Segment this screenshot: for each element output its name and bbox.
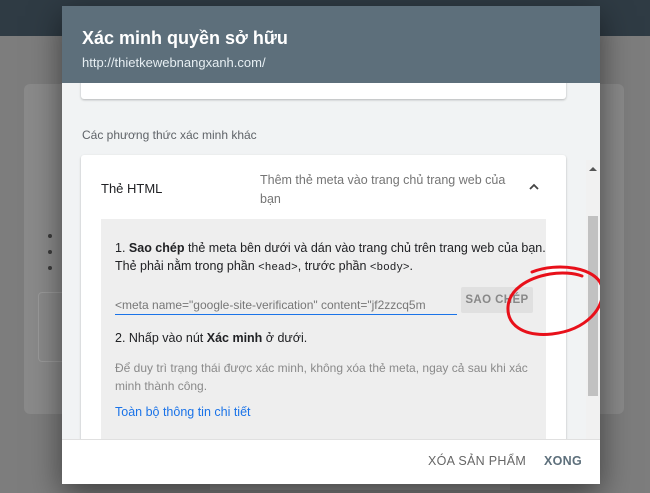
- dialog-header: Xác minh quyền sở hữu http://thietkewebn…: [62, 6, 600, 83]
- dialog-scrollbar[interactable]: [586, 160, 600, 439]
- instructions-panel: 1. Sao chép thẻ meta bên dưới và dán vào…: [101, 219, 546, 439]
- background-bullet: [48, 234, 52, 238]
- background-bullet: [48, 250, 52, 254]
- dialog-title: Xác minh quyền sở hữu: [82, 28, 288, 48]
- other-methods-heading: Các phương thức xác minh khác: [82, 128, 257, 142]
- verification-dialog: Xác minh quyền sở hữu http://thietkewebn…: [62, 6, 600, 484]
- remove-property-button[interactable]: XÓA SẢN PHẨM: [428, 454, 526, 468]
- full-details-link[interactable]: Toàn bộ thông tin chi tiết: [115, 405, 251, 419]
- scroll-thumb[interactable]: [588, 216, 598, 396]
- dialog-footer: XÓA SẢN PHẨM XONG: [62, 439, 600, 484]
- scroll-up-icon[interactable]: [589, 165, 597, 173]
- dialog-body: Các phương thức xác minh khác Thẻ HTML T…: [62, 83, 600, 439]
- method-title[interactable]: Thẻ HTML: [101, 181, 162, 196]
- step-2-text: 2. Nhấp vào nút Xác minh ở dưới.: [115, 331, 308, 345]
- meta-tag-field[interactable]: [115, 291, 457, 315]
- method-description: Thêm thẻ meta vào trang chủ trang web củ…: [260, 173, 506, 206]
- done-button[interactable]: XONG: [544, 454, 582, 468]
- step-1-text: 1. Sao chép thẻ meta bên dưới và dán vào…: [115, 241, 546, 274]
- copy-button[interactable]: SAO CHÉP: [461, 287, 533, 313]
- chevron-up-icon[interactable]: [527, 180, 541, 194]
- verification-note: Để duy trì trạng thái được xác minh, khô…: [115, 361, 528, 393]
- previous-method-card: [81, 83, 566, 99]
- background-text: [210, 484, 510, 490]
- html-tag-method-card: Thẻ HTML Thêm thẻ meta vào trang chủ tra…: [81, 155, 566, 439]
- background-bullet: [48, 266, 52, 270]
- dialog-subtitle: http://thietkewebnangxanh.com/: [82, 55, 266, 70]
